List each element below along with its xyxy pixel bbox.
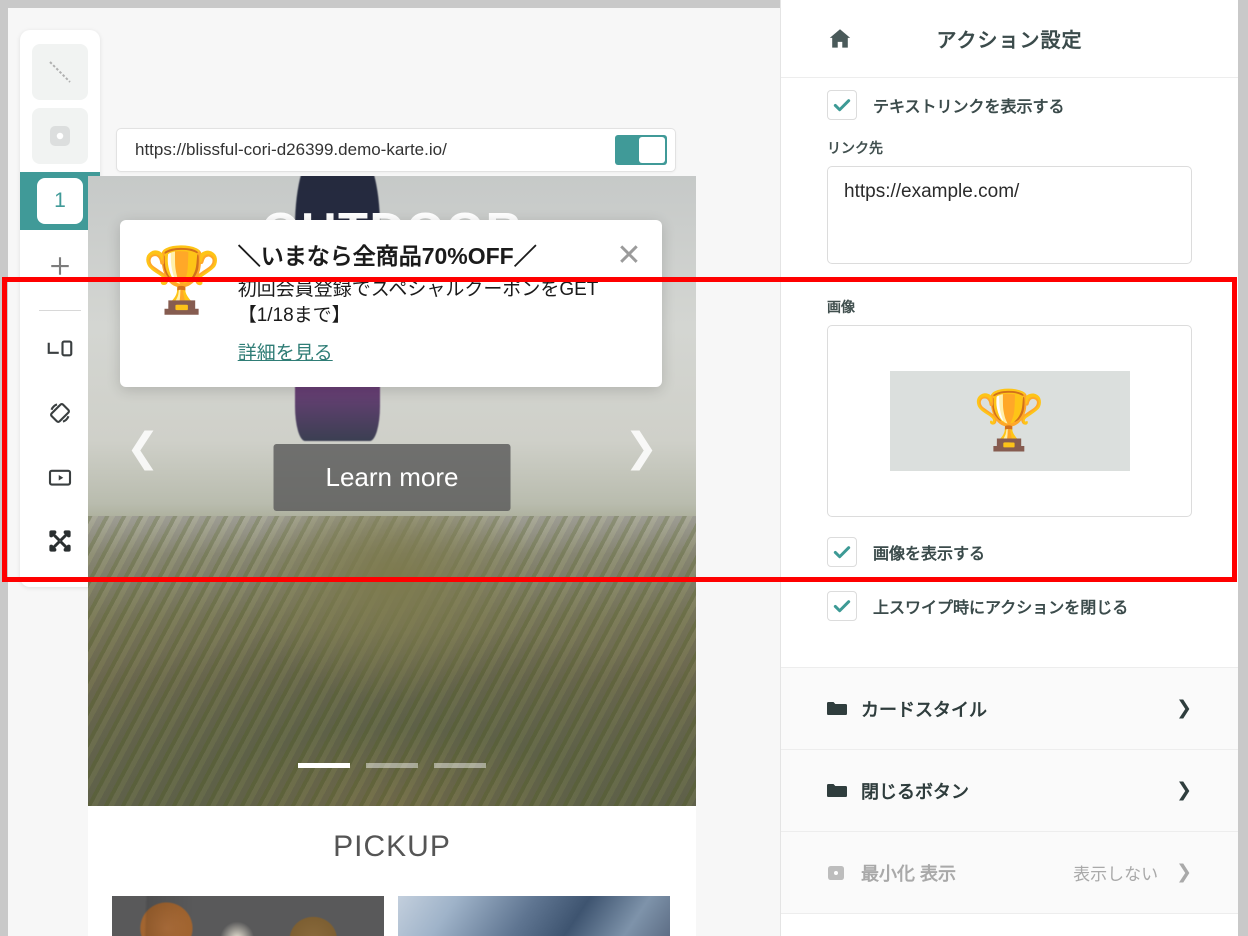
panel-scroll-area: アクション設定 テキストリンクを表示する リンク先 画像 🏆 [781, 0, 1238, 936]
link-url-input[interactable] [827, 166, 1192, 264]
preview-toggle[interactable] [615, 135, 667, 165]
carousel-dot[interactable] [366, 763, 418, 768]
page-number-label: 1 [37, 178, 83, 224]
show-image-checkbox-row[interactable]: 画像を表示する [827, 525, 1192, 579]
preview-url-text: https://blissful-cori-d26399.demo-karte.… [135, 140, 447, 159]
action-settings-panel: アクション設定 テキストリンクを表示する リンク先 画像 🏆 [780, 0, 1248, 936]
section-label: 最小化 表示 [861, 863, 957, 884]
devices-icon [45, 334, 75, 364]
panel-scrollbar[interactable] [1238, 0, 1248, 936]
carousel-dots [88, 763, 696, 768]
close-icon[interactable]: ✕ [614, 241, 644, 272]
diagonal-line-icon [45, 57, 75, 87]
section-label: カードスタイル [861, 699, 987, 720]
link-field-label: リンク先 [827, 140, 883, 156]
panel-gap [781, 633, 1238, 667]
action-card-body: ＼いまなら全商品70%OFF／ 初回会員登録でスペシャルクーポンをGET【1/1… [232, 242, 614, 365]
pickup-card-leather-goods[interactable] [112, 896, 384, 936]
action-card-description: 初回会員登録でスペシャルクーポンをGET【1/18まで】 [237, 278, 599, 327]
plus-icon [45, 251, 75, 281]
swipe-close-checkbox-row[interactable]: 上スワイプ時にアクションを閉じる [827, 579, 1192, 633]
pickup-section: PICKUP [88, 806, 696, 936]
rotate-icon [45, 398, 75, 428]
action-preview-card: 🏆 ＼いまなら全商品70%OFF／ 初回会員登録でスペシャルクーポンをGET【1… [120, 220, 662, 387]
preview-url-bar[interactable]: https://blissful-cori-d26399.demo-karte.… [116, 128, 676, 172]
shape-tool-button[interactable] [32, 108, 88, 164]
carousel-next-arrow[interactable]: ❯ [624, 428, 658, 468]
image-preview-dropzone[interactable]: 🏆 [827, 325, 1192, 517]
checkbox-checked-icon[interactable] [827, 537, 857, 567]
line-tool-button[interactable] [32, 44, 88, 100]
carousel-prev-arrow[interactable]: ❮ [126, 428, 160, 468]
chevron-right-icon: ❯ [1176, 862, 1192, 883]
home-icon[interactable] [827, 26, 853, 52]
preview-canvas: 1 https://blissful-cori-d26399.demo-kart… [8, 8, 780, 936]
rotate-device-button[interactable] [32, 385, 88, 441]
action-card-link[interactable]: 詳細を見る [238, 338, 333, 365]
text-link-checkbox-label: テキストリンクを表示する [873, 99, 1065, 116]
text-link-checkbox-row[interactable]: テキストリンクを表示する [827, 78, 1192, 132]
toggle-knob [639, 137, 665, 163]
play-preview-button[interactable] [32, 449, 88, 505]
section-minimize-display[interactable]: 最小化 表示 表示しない ❯ [781, 832, 1238, 914]
pickup-title: PICKUP [333, 830, 451, 863]
checkbox-checked-icon[interactable] [827, 90, 857, 120]
panel-body: テキストリンクを表示する リンク先 画像 🏆 画像を表示する [781, 78, 1238, 633]
section-card-style[interactable]: カードスタイル ❯ [781, 668, 1238, 750]
section-value: 表示しない [1073, 865, 1159, 884]
pickup-grid [112, 896, 670, 936]
toolbar-divider [39, 310, 81, 311]
play-box-icon [45, 462, 75, 492]
site-preview: https://blissful-cori-d26399.demo-karte.… [88, 128, 696, 936]
app-root: 1 https://blissful-cori-d26399.demo-kart… [0, 0, 1248, 936]
carousel-dot[interactable] [298, 763, 350, 768]
panel-header: アクション設定 [781, 0, 1238, 78]
device-preview-button[interactable] [32, 321, 88, 377]
trophy-icon: 🏆 [142, 244, 222, 316]
carousel-dot[interactable] [434, 763, 486, 768]
hero-cta-button[interactable]: Learn more [273, 444, 511, 511]
checkbox-checked-icon[interactable] [827, 591, 857, 621]
fullscreen-button[interactable] [32, 513, 88, 569]
section-close-button[interactable]: 閉じるボタン ❯ [781, 750, 1238, 832]
swipe-close-checkbox-label: 上スワイプ時にアクションを閉じる [873, 600, 1129, 617]
folder-icon [827, 701, 847, 717]
expand-arrows-icon [45, 526, 75, 556]
rounded-square-dot-icon [45, 121, 75, 151]
show-image-checkbox-label: 画像を表示する [873, 546, 986, 563]
image-field-label: 画像 [827, 299, 855, 315]
image-thumbnail: 🏆 [889, 371, 1130, 471]
folder-icon [827, 783, 847, 799]
section-label: 閉じるボタン [861, 781, 969, 802]
chevron-right-icon: ❯ [1176, 780, 1192, 801]
pickup-card-denim-jacket[interactable] [398, 896, 670, 936]
action-card-headline: ＼いまなら全商品70%OFF／ [237, 243, 537, 269]
add-page-button[interactable] [32, 238, 88, 294]
minimize-icon [827, 865, 847, 881]
chevron-right-icon: ❯ [1176, 698, 1192, 719]
